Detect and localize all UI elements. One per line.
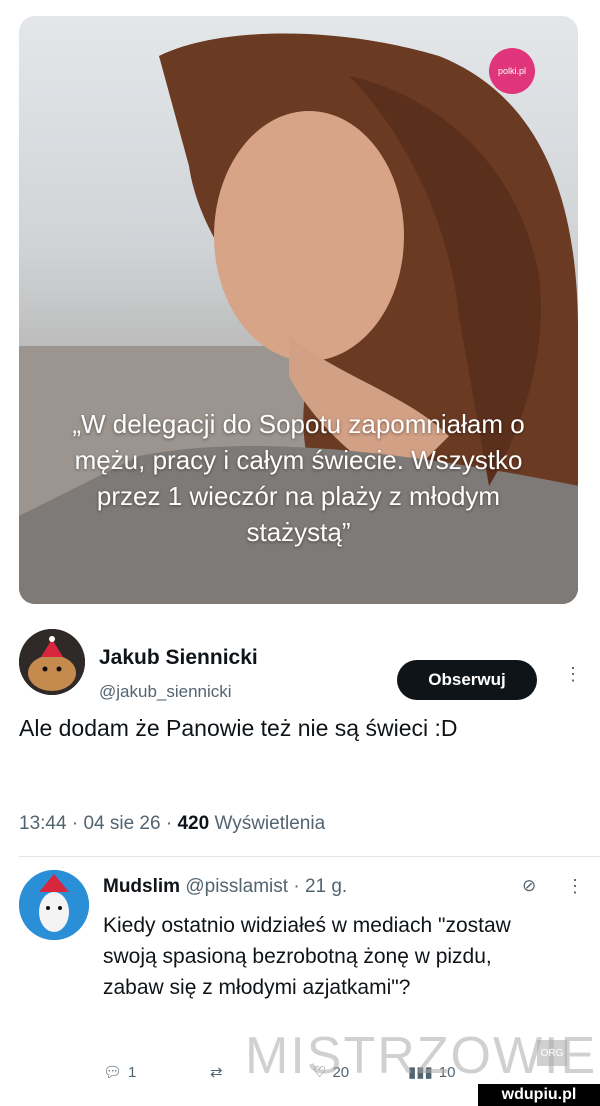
author-handle[interactable]: @jakub_siennicki (99, 682, 232, 702)
divider (19, 856, 600, 857)
site-tag: wdupiu.pl (478, 1084, 600, 1106)
tweet-time[interactable]: 13:44 (19, 813, 67, 834)
article-image[interactable]: polki.pl „W delegacji do Sopotu zapomnia… (19, 16, 578, 604)
follow-button[interactable]: Obserwuj (397, 660, 537, 700)
author-avatar[interactable] (19, 629, 85, 695)
reply-avatar[interactable] (19, 870, 89, 940)
reply-text: Kiedy ostatnio widziałeś w mediach "zost… (103, 914, 511, 999)
image-quote: „W delegacji do Sopotu zapomniałam o męż… (72, 409, 525, 547)
reply-count: 1 (128, 1063, 137, 1081)
goat-avatar-icon (19, 870, 89, 940)
retweet-icon: ⇄ (210, 1064, 223, 1081)
watermark-org: ORG (537, 1040, 567, 1066)
retweet-action[interactable]: ⇄ (210, 1063, 223, 1081)
views-count: 420 (177, 813, 210, 834)
more-dots-icon[interactable]: ⋮ (564, 664, 582, 685)
reply-author-handle[interactable]: @pisslamist (185, 876, 288, 897)
views-label: Wyświetlenia (214, 813, 326, 834)
reply-age[interactable]: 21 g. (305, 876, 347, 897)
author-name[interactable]: Jakub Siennicki (99, 646, 258, 670)
reply-icon: 💬︎ (103, 1064, 123, 1081)
tweet-date[interactable]: 04 sie 26 (83, 813, 160, 834)
reply-action[interactable]: 💬︎ 1 (103, 1063, 137, 1082)
guinea-pig-avatar-icon (19, 629, 85, 695)
tweet-text: Ale dodam że Panowie też nie są świeci :… (19, 715, 458, 741)
separator: · (293, 876, 300, 897)
tweet-meta: 13:44 · 04 sie 26 · 420 Wyświetlenia (19, 813, 325, 835)
separator: · (71, 813, 79, 834)
source-logo: polki.pl (489, 48, 535, 94)
more-dots-icon[interactable]: ⋮ (566, 876, 584, 897)
reply-header: Mudslim @pisslamist · 21 g. (103, 876, 347, 898)
grok-icon[interactable]: ⊘ (522, 876, 536, 896)
separator: · (165, 813, 173, 834)
reply-author-name[interactable]: Mudslim (103, 876, 180, 897)
